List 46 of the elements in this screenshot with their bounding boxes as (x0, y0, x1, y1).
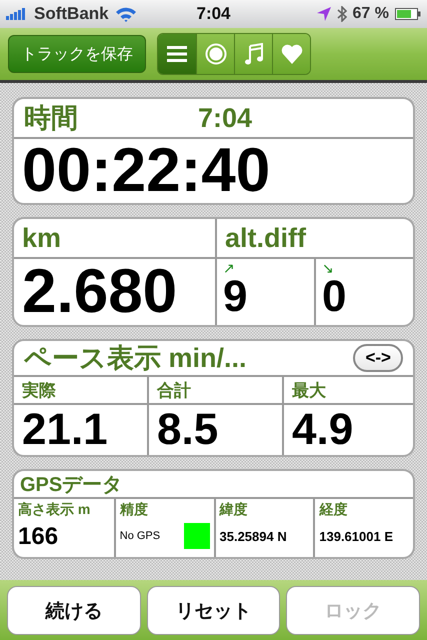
view-segment[interactable] (272, 34, 310, 74)
location-arrow-icon (316, 7, 331, 21)
accuracy-value: No GPS (120, 530, 160, 542)
menu-icon (167, 46, 187, 62)
pace-label: 合計 (157, 380, 191, 402)
elapsed-time: 00:22:40 (22, 140, 270, 202)
gps-title: GPSデータ (20, 472, 122, 498)
distance-label: km (22, 222, 62, 254)
carrier-name: SoftBank (34, 4, 109, 24)
view-segment[interactable] (234, 34, 272, 74)
battery-percent: 67 % (352, 5, 389, 23)
coordinate-label: 経度 (319, 501, 348, 519)
pace-label: 最大 (292, 380, 326, 402)
music-note-icon (244, 43, 262, 65)
altitude-diff-label: alt.diff (225, 222, 306, 254)
action-button[interactable]: リセット (146, 586, 280, 635)
view-segment[interactable] (196, 34, 234, 74)
ascent-value: 9 (223, 275, 248, 319)
toggle-button[interactable]: <-> (353, 344, 403, 372)
coordinate-value: 35.25894 N (220, 529, 288, 544)
altitude-value: 166 (18, 523, 60, 551)
status-time: 7:04 (196, 4, 231, 24)
down-arrow: ↘ (322, 261, 335, 275)
view-segment[interactable] (158, 34, 196, 74)
pace-label: 実際 (22, 380, 56, 402)
clock-time: 7:04 (198, 102, 252, 134)
pace-value: 4.9 (292, 408, 354, 452)
action-button[interactable]: 続ける (7, 586, 141, 635)
record-icon (204, 43, 226, 65)
altitude-label: 高さ表示 m (18, 501, 92, 519)
bluetooth-icon (336, 6, 347, 22)
pace-value: 8.5 (157, 408, 218, 452)
pace-value: 21.1 (22, 408, 108, 452)
descent-value: 0 (322, 275, 348, 319)
battery-icon (395, 8, 421, 20)
pace-title: ペース表示 min/... (24, 342, 247, 375)
signal-icon (6, 8, 28, 20)
coordinate-label: 緯度 (220, 501, 248, 519)
accuracy-label: 精度 (120, 501, 149, 519)
save-track-button[interactable]: トラックを保存 (8, 35, 146, 73)
distance-value: 2.680 (22, 261, 178, 323)
time-label: 時間 (24, 102, 78, 135)
up-arrow: ↗ (223, 261, 236, 275)
wifi-icon (114, 6, 137, 22)
coordinate-value: 139.61001 E (319, 529, 394, 544)
heart-icon (280, 44, 302, 64)
